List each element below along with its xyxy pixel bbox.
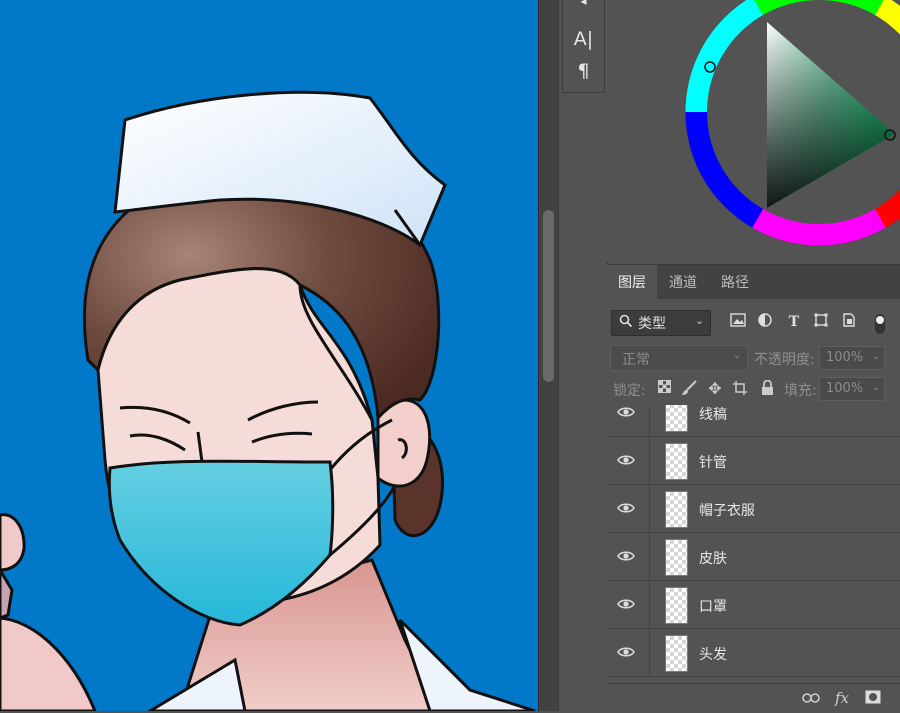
chevron-down-icon: ⌄ bbox=[871, 382, 880, 393]
document-canvas[interactable] bbox=[0, 0, 538, 711]
layer-name[interactable]: 帽子衣服 bbox=[699, 500, 755, 520]
visibility-eye-icon[interactable] bbox=[617, 547, 635, 565]
layer-row[interactable]: 线稿 bbox=[607, 405, 900, 437]
layer-thumbnail bbox=[665, 539, 688, 576]
fill-label: 填充: bbox=[784, 383, 817, 399]
layer-thumbnail bbox=[665, 443, 688, 480]
layer-name[interactable]: 头发 bbox=[699, 644, 727, 664]
paragraph-panel-button[interactable]: ¶ bbox=[563, 60, 604, 82]
color-wheel-panel bbox=[607, 0, 900, 262]
image-filter-icon[interactable] bbox=[729, 313, 747, 331]
layer-name[interactable]: 皮肤 bbox=[699, 548, 727, 568]
nurse-illustration bbox=[0, 90, 536, 711]
layer-thumbnail bbox=[665, 405, 688, 432]
lock-artboard-icon[interactable] bbox=[731, 380, 749, 398]
collapse-arrow-icon[interactable]: ◂ bbox=[563, 0, 604, 8]
tab-paths[interactable]: 路径 bbox=[709, 265, 761, 299]
visibility-eye-icon[interactable] bbox=[617, 405, 635, 421]
layer-separator bbox=[649, 437, 650, 484]
layer-name[interactable]: 线稿 bbox=[699, 405, 727, 424]
fill-value: 100% bbox=[826, 381, 864, 396]
tool-column: ◂ A| ¶ bbox=[558, 0, 608, 711]
layer-row[interactable]: 皮肤 bbox=[607, 533, 900, 581]
layer-name[interactable]: 口罩 bbox=[699, 596, 727, 616]
layers-panel: 图层 通道 路径 类型 ⌄ T 正常 ⌄ 不透明度: 100% ⌄ 锁定: ✥ … bbox=[607, 264, 900, 713]
layer-row[interactable]: 帽子衣服 bbox=[607, 485, 900, 533]
layer-thumbnail bbox=[665, 635, 688, 672]
lock-position-icon[interactable]: ✥ bbox=[706, 380, 724, 398]
layer-thumbnail bbox=[665, 491, 688, 528]
character-tools-box: ◂ A| ¶ bbox=[562, 0, 605, 93]
lock-label: 锁定: bbox=[613, 383, 646, 399]
lock-all-icon[interactable] bbox=[758, 379, 776, 398]
blend-opacity-row: 正常 ⌄ 不透明度: 100% ⌄ bbox=[607, 345, 900, 371]
layer-row[interactable]: 头发 bbox=[607, 629, 900, 677]
fx-icon[interactable]: fx bbox=[835, 689, 849, 707]
link-icon[interactable] bbox=[802, 690, 820, 708]
layer-separator bbox=[649, 581, 650, 628]
opacity-value: 100% bbox=[826, 350, 864, 365]
blend-mode-select[interactable]: 正常 ⌄ bbox=[610, 345, 748, 371]
layer-filter-row: 类型 ⌄ T bbox=[607, 307, 900, 337]
filter-kind-label: 类型 bbox=[638, 316, 666, 332]
layer-separator bbox=[649, 405, 650, 436]
layer-separator bbox=[649, 629, 650, 676]
chevron-down-icon: ⌄ bbox=[732, 350, 741, 361]
visibility-eye-icon[interactable] bbox=[617, 595, 635, 613]
scrollbar-thumb[interactable] bbox=[543, 210, 554, 382]
visibility-eye-icon[interactable] bbox=[617, 643, 635, 661]
lock-row: 锁定: ✥ 填充: 100% ⌄ bbox=[607, 376, 900, 402]
visibility-eye-icon[interactable] bbox=[617, 499, 635, 517]
opacity-label: 不透明度: bbox=[754, 352, 815, 368]
chevron-down-icon: ⌄ bbox=[694, 314, 704, 327]
tab-layers[interactable]: 图层 bbox=[607, 265, 657, 299]
layer-list[interactable]: 线稿 针管 帽子衣服 皮肤 口罩 头发 bbox=[607, 405, 900, 683]
panel-tabs: 图层 通道 路径 bbox=[607, 265, 900, 299]
filter-kind-select[interactable]: 类型 ⌄ bbox=[611, 310, 711, 336]
layer-row[interactable]: 针管 bbox=[607, 437, 900, 485]
smart-object-filter-icon[interactable] bbox=[840, 313, 858, 331]
layer-thumbnail bbox=[665, 587, 688, 624]
layers-bottom-bar: fx bbox=[607, 683, 900, 713]
fill-field[interactable]: 100% ⌄ bbox=[819, 377, 885, 401]
shape-filter-icon[interactable] bbox=[812, 313, 830, 331]
layer-row[interactable]: 口罩 bbox=[607, 581, 900, 629]
blend-mode-value: 正常 bbox=[622, 352, 650, 368]
canvas-vertical-scrollbar[interactable] bbox=[538, 0, 559, 711]
layer-name[interactable]: 针管 bbox=[699, 452, 727, 472]
type-filter-icon[interactable]: T bbox=[785, 313, 803, 331]
lock-transparent-icon[interactable] bbox=[655, 380, 673, 398]
tab-channels[interactable]: 通道 bbox=[657, 265, 709, 299]
color-wheel[interactable] bbox=[607, 0, 900, 262]
layer-separator bbox=[649, 485, 650, 532]
visibility-eye-icon[interactable] bbox=[617, 451, 635, 469]
search-icon bbox=[619, 314, 633, 332]
chevron-down-icon: ⌄ bbox=[871, 351, 880, 362]
opacity-field[interactable]: 100% ⌄ bbox=[819, 346, 885, 370]
adjustment-filter-icon[interactable] bbox=[756, 313, 774, 331]
lock-paint-icon[interactable] bbox=[680, 380, 698, 398]
layer-separator bbox=[649, 533, 650, 580]
character-panel-button[interactable]: A| bbox=[563, 28, 604, 50]
mask-icon[interactable] bbox=[865, 690, 881, 708]
filter-toggle-icon[interactable] bbox=[871, 313, 889, 334]
